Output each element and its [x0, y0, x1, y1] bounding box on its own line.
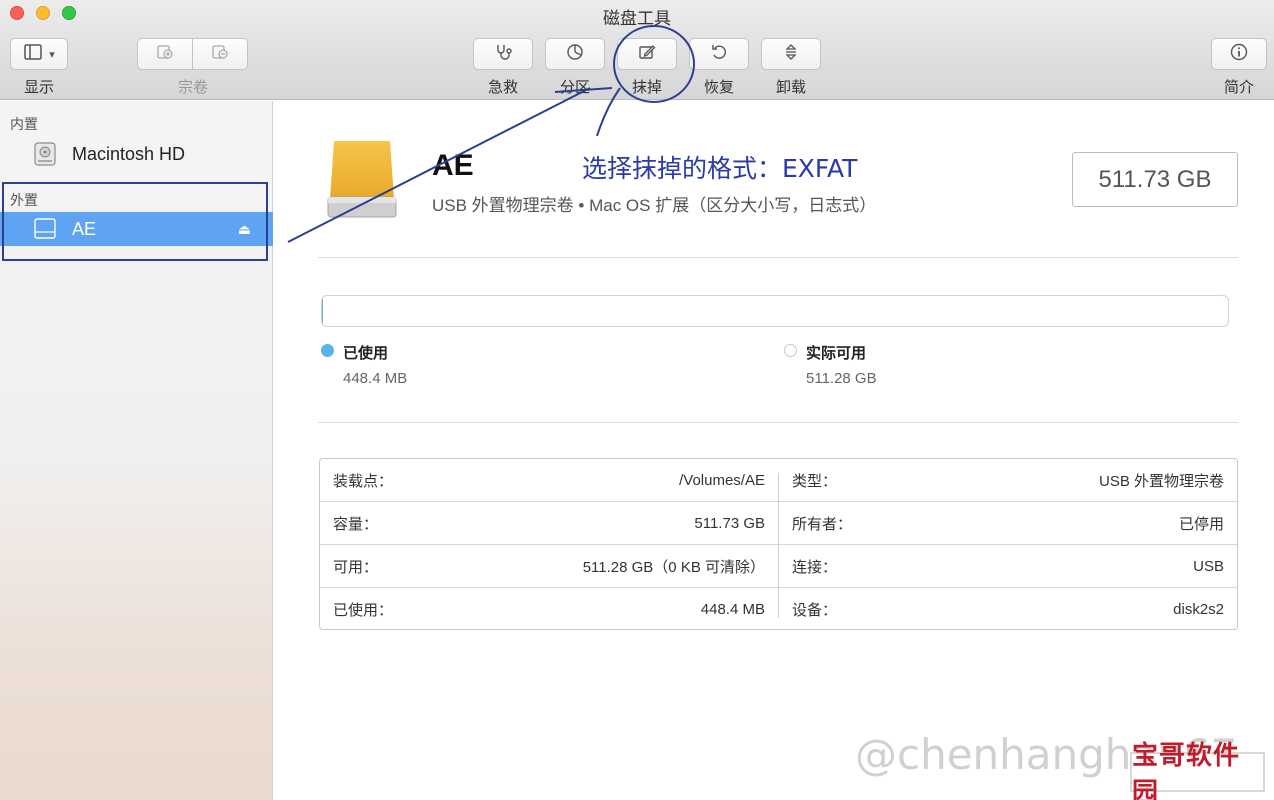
usage-bar-fill — [322, 296, 323, 326]
eject-icon[interactable]: ⏏ — [238, 221, 251, 238]
chevron-down-icon: ▾ — [49, 48, 55, 61]
info-right-column: 类型： USB 外置物理宗卷 所有者： 已停用 连接： USB 设备： disk… — [779, 459, 1237, 629]
volume-name: AE — [432, 149, 474, 182]
first-aid-button[interactable] — [473, 38, 533, 70]
info-key: 连接： — [792, 558, 838, 576]
internal-disk-icon — [32, 141, 58, 172]
info-key: 可用： — [333, 558, 379, 576]
capacity-box: 511.73 GB — [1072, 152, 1238, 207]
info-label: 简介 — [1223, 79, 1254, 96]
info-row-mount-point: 装载点： /Volumes/AE — [320, 459, 778, 502]
info-key: 类型： — [792, 472, 838, 490]
info-row-available: 可用： 511.28 GB（0 KB 可清除） — [320, 545, 778, 588]
restore-button[interactable] — [689, 38, 749, 70]
sidebar-item-ae[interactable]: AE ⏏ — [0, 212, 273, 246]
info-value: 511.28 GB（0 KB 可清除） — [582, 558, 765, 576]
partition-button[interactable] — [545, 38, 605, 70]
add-volume-icon — [155, 42, 175, 67]
sidebar: 内置 Macintosh HD 外置 AE ⏏ — [0, 101, 273, 800]
erase-button[interactable] — [617, 38, 677, 70]
info-row-device: 设备： disk2s2 — [779, 588, 1237, 631]
used-legend-value: 448.4 MB — [343, 370, 408, 387]
info-value: 448.4 MB — [700, 601, 765, 618]
info-row-used: 已使用： 448.4 MB — [320, 588, 778, 631]
window-title: 磁盘工具 — [603, 9, 671, 28]
pie-chart-icon — [565, 42, 585, 67]
info-row-type: 类型： USB 外置物理宗卷 — [779, 459, 1237, 502]
volume-description: USB 外置物理宗卷 • Mac OS 扩展（区分大小写，日志式） — [432, 196, 877, 215]
first-aid-label: 急救 — [487, 79, 518, 96]
info-key: 所有者： — [792, 515, 853, 533]
add-volume-button[interactable] — [137, 38, 193, 70]
restore-arrow-icon — [709, 42, 729, 67]
internal-header: 内置 — [10, 116, 38, 132]
free-legend-dot — [784, 344, 797, 357]
external-header: 外置 — [10, 192, 38, 208]
remove-volume-icon — [210, 42, 230, 67]
used-legend-dot — [321, 344, 334, 357]
sidebar-item-label: Macintosh HD — [72, 143, 186, 164]
info-value: USB — [1193, 557, 1224, 575]
watermark-badge: 宝哥软件园 — [1130, 740, 1265, 800]
unmount-icon — [781, 42, 801, 67]
sidebar-item-macintosh-hd[interactable]: Macintosh HD — [0, 137, 273, 171]
erase-pencil-icon — [637, 42, 657, 67]
sidebar-toggle-icon — [23, 42, 43, 67]
partition-label: 分区 — [559, 79, 590, 96]
info-table: 装载点： /Volumes/AE 容量： 511.73 GB 可用： 511.2… — [319, 458, 1238, 630]
info-value: /Volumes/AE — [679, 471, 765, 489]
info-row-capacity: 容量： 511.73 GB — [320, 502, 778, 545]
main-pane: AE USB 外置物理宗卷 • Mac OS 扩展（区分大小写，日志式） 选择抹… — [274, 101, 1274, 800]
unmount-button[interactable] — [761, 38, 821, 70]
external-disk-icon — [32, 217, 58, 246]
used-legend-title: 已使用 — [343, 345, 389, 362]
info-key: 装载点： — [333, 472, 394, 490]
info-value: 已停用 — [1178, 515, 1224, 533]
divider — [318, 257, 1238, 258]
display-button[interactable]: ▾ — [10, 38, 68, 70]
free-legend-title: 实际可用 — [806, 345, 867, 362]
info-key: 已使用： — [333, 602, 394, 619]
info-row-owners: 所有者： 已停用 — [779, 502, 1237, 545]
erase-label: 抹掉 — [631, 79, 662, 96]
volume-label: 宗卷 — [177, 79, 208, 96]
info-value: USB 外置物理宗卷 — [1098, 472, 1224, 490]
sidebar-item-label: AE — [72, 218, 97, 239]
info-button[interactable] — [1211, 38, 1267, 70]
unmount-label: 卸载 — [775, 79, 806, 96]
external-drive-icon — [324, 137, 400, 226]
annotation-text: 选择抹掉的格式：EXFAT — [582, 154, 858, 183]
remove-volume-button[interactable] — [192, 38, 248, 70]
info-value: 511.73 GB — [694, 514, 765, 532]
info-key: 设备： — [792, 602, 838, 619]
stethoscope-icon — [493, 42, 513, 67]
info-icon — [1229, 42, 1249, 67]
info-key: 容量： — [333, 515, 379, 533]
info-row-connection: 连接： USB — [779, 545, 1237, 588]
info-left-column: 装载点： /Volumes/AE 容量： 511.73 GB 可用： 511.2… — [320, 459, 778, 629]
info-value: disk2s2 — [1173, 601, 1224, 618]
restore-label: 恢复 — [703, 79, 734, 96]
display-label: 显示 — [23, 79, 54, 96]
divider — [318, 422, 1238, 423]
toolbar: 磁盘工具 ▾ 显示 宗卷 急救 分区 抹掉 恢复 卸载 简介 — [0, 0, 1274, 100]
usage-bar — [321, 295, 1229, 327]
free-legend-value: 511.28 GB — [806, 370, 877, 387]
